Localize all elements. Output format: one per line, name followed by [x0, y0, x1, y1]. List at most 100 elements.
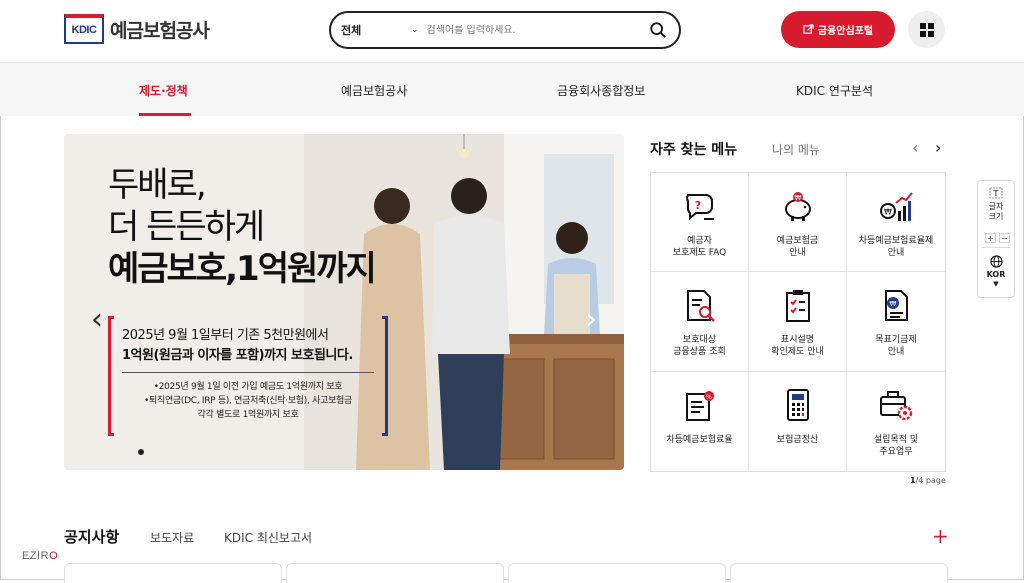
nav-item-research[interactable]: KDIC 연구분석 — [796, 82, 873, 99]
svg-text:₩: ₩ — [884, 208, 892, 217]
quick-menu-item[interactable]: ₩ 목표기금제 안내 — [847, 272, 945, 372]
banner-title-line2: 더 든든하게 — [108, 207, 265, 247]
site-header: KDIC 예금보험공사 전체 ⌄ 금융안심포털 — [0, 0, 1024, 62]
notice-cards — [64, 563, 948, 583]
more-plus-icon[interactable]: + — [932, 524, 949, 548]
eziro-text-b: O — [49, 550, 59, 562]
chevron-down-icon: ⌄ — [411, 25, 419, 35]
quick-menu-label: 예금자 보호제도 FAQ — [672, 236, 727, 258]
quick-menu-item[interactable]: ? 예금자 보호제도 FAQ — [651, 173, 749, 273]
quick-menu-label: 보호대상 금융상품 조회 — [673, 335, 726, 358]
tab-press-releases[interactable]: 보도자료 — [150, 529, 194, 546]
quick-menu-item[interactable]: 표시설명 확인제도 안내 — [749, 272, 847, 372]
banner-note3: 각각 별도로 1억원까지 보호 — [197, 410, 299, 420]
banner-next-arrow-icon[interactable]: › — [580, 302, 602, 338]
search-input[interactable] — [426, 24, 647, 36]
svg-text:₩: ₩ — [794, 194, 801, 202]
growth-chart-icon: ₩ — [880, 192, 913, 221]
svg-text:₩: ₩ — [890, 300, 897, 308]
nav-item-kdic[interactable]: 예금보험공사 — [341, 82, 407, 99]
faq-icon: ? — [685, 194, 714, 221]
quick-menu-item[interactable]: ₩ 예금보험금 안내 — [749, 173, 847, 273]
fund-document-icon: ₩ — [885, 290, 908, 322]
language-selector[interactable]: KOR ▼ — [978, 255, 1014, 288]
briefcase-gear-icon — [880, 390, 913, 420]
side-tool-widget: T 글자 크기 + − KOR ▼ — [977, 180, 1015, 298]
globe-icon — [989, 255, 1003, 268]
side-divider — [982, 247, 1010, 248]
banner-line1: 2025년 9월 1일부터 기존 5천만원에서 — [122, 328, 329, 343]
banner-divider — [122, 372, 374, 373]
bracket-left — [108, 316, 114, 436]
page-total: /4 page — [915, 476, 946, 485]
notice-card[interactable] — [64, 563, 282, 583]
eziro-watermark: EZIRO — [22, 550, 58, 562]
quick-menu-item[interactable]: ₩ 차등예금보험료율제 안내 — [847, 173, 945, 273]
banner-prev-arrow-icon[interactable]: ‹ — [86, 302, 108, 338]
nav-item-financial-company-info[interactable]: 금융회사종합정보 — [557, 82, 645, 99]
notice-card[interactable] — [730, 563, 948, 583]
banner-note1: •2025년 9월 1일 이전 가입 예금도 1억원까지 보호 — [153, 382, 343, 392]
eziro-text-a: EZIR — [22, 550, 50, 562]
document-search-icon — [686, 290, 715, 323]
banner-line2: 1억원(원금과 이자를 포함)까지 보호됩니다. — [122, 348, 353, 363]
rate-document-icon: % — [685, 390, 714, 421]
main-navigation: 제도·정책 예금보험공사 금융회사종합정보 KDIC 연구분석 — [0, 62, 1024, 116]
external-link-icon — [803, 24, 814, 34]
quick-menu-label: 차등예금보험료율제 안내 — [858, 236, 934, 258]
notice-card[interactable] — [508, 563, 726, 583]
quick-menu-label: 표시설명 확인제도 안내 — [771, 335, 824, 358]
quick-menu-label: 예금보험금 안내 — [776, 236, 819, 258]
checklist-icon — [785, 290, 810, 323]
site-logo[interactable]: KDIC 예금보험공사 — [64, 14, 210, 44]
search-category-select[interactable]: 전체 — [341, 22, 411, 38]
banner-title-line3: 예금보호,1억원까지 — [108, 249, 377, 289]
svg-text:?: ? — [694, 199, 700, 212]
quick-menu-item[interactable]: 보험금정산 — [749, 371, 847, 471]
piggy-bank-icon: ₩ — [784, 192, 811, 221]
caret-down-icon: ▼ — [993, 280, 999, 288]
text-size-icon: T — [989, 187, 1003, 199]
nav-active-indicator — [139, 113, 191, 116]
search-icon[interactable] — [649, 21, 667, 39]
font-size-label-1: 글자 — [988, 202, 1004, 211]
banner-notes: •2025년 9월 1일 이전 가입 예금도 1억원까지 보호 •퇴직연금(DC… — [118, 380, 378, 422]
kdic-logo-mark: KDIC — [64, 14, 104, 44]
nav-item-policy[interactable]: 제도·정책 — [139, 82, 188, 99]
main-banner[interactable]: 두배로, 더 든든하게 예금보호,1억원까지 2025년 9월 1일부터 기존 … — [64, 134, 624, 470]
tab-notices[interactable]: 공지사항 — [64, 526, 119, 547]
all-menu-button[interactable] — [908, 11, 945, 48]
font-size-control: T 글자 크기 — [978, 187, 1014, 222]
calculator-icon — [786, 388, 809, 421]
quick-menu-label: 설립목적 및 주요업무 — [873, 434, 919, 457]
quick-menu-grid: ? 예금자 보호제도 FAQ ₩ 예금보험금 안내 ₩ 차등예금보험료율제 안내 — [650, 172, 946, 472]
tab-frequent-menu[interactable]: 자주 찾는 메뉴 — [650, 139, 737, 159]
tab-latest-reports[interactable]: KDIC 최신보고서 — [224, 529, 312, 546]
font-decrease-button[interactable]: − — [999, 233, 1010, 243]
menu-prev-icon[interactable]: ‹ — [912, 138, 918, 157]
bracket-right — [382, 316, 388, 436]
quick-menu-item[interactable]: 보호대상 금융상품 조회 — [651, 272, 749, 372]
banner-info-box: 2025년 9월 1일부터 기존 5천만원에서 1억원(원금과 이자를 포함)까… — [108, 316, 388, 438]
banner-pagination-dot[interactable] — [138, 449, 144, 455]
quick-menu-item[interactable]: % 차등예금보험료율 — [651, 371, 749, 471]
search-category-label: 전체 — [341, 24, 362, 37]
svg-text:%: % — [706, 394, 712, 401]
banner-title: 두배로, 더 든든하게 예금보호,1억원까지 — [108, 164, 377, 290]
font-increase-button[interactable]: + — [985, 233, 996, 243]
notice-section-header: 공지사항 보도자료 KDIC 최신보고서 + — [64, 524, 949, 550]
quick-menu-label: 목표기금제 안내 — [875, 335, 917, 358]
tab-my-menu[interactable]: 나의 메뉴 — [772, 141, 820, 158]
font-size-label-2: 크기 — [988, 212, 1004, 221]
notice-card[interactable] — [286, 563, 504, 583]
portal-button-label: 금융안심포털 — [817, 26, 874, 37]
language-label: KOR — [986, 270, 1006, 279]
menu-next-icon[interactable]: › — [935, 138, 941, 157]
banner-note2: •퇴직연금(DC, IRP 등), 연금저축(신탁·보험), 사고보험금 — [143, 396, 353, 406]
quick-menu-header: 자주 찾는 메뉴 나의 메뉴 ‹ › — [650, 138, 946, 161]
quick-menu-page-indicator: 1/4 page — [910, 476, 946, 485]
svg-text:T: T — [993, 189, 999, 198]
financial-safety-portal-button[interactable]: 금융안심포털 — [781, 11, 895, 48]
quick-menu-item[interactable]: 설립목적 및 주요업무 — [847, 372, 945, 471]
logo-text: 예금보험공사 — [110, 19, 210, 42]
